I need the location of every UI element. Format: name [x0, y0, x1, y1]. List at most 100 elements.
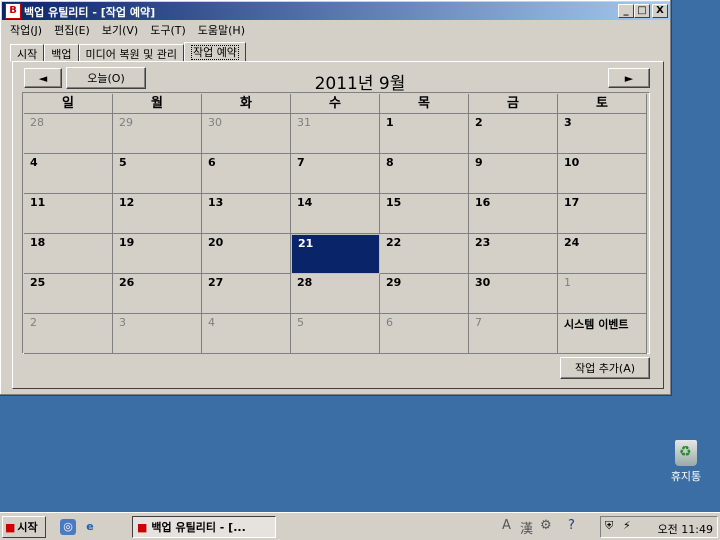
calendar-day-cell[interactable]: 1 [380, 114, 469, 154]
help-icon[interactable]: ? [568, 518, 575, 533]
backup-utility-window: B 백업 유틸리티 - [작업 예약] _ □ X 작업(J) 편집(E) 보기… [0, 0, 672, 396]
calendar-day-cell[interactable]: 29 [113, 114, 202, 154]
menu-view[interactable]: 보기(V) [96, 20, 144, 38]
day-number: 5 [297, 316, 304, 329]
calendar-cell-system-event[interactable]: 시스템 이벤트 [558, 314, 647, 354]
calendar-day-cell[interactable]: 6 [202, 154, 291, 194]
ime-mode-icon[interactable]: A [502, 518, 511, 533]
start-button[interactable]: ■ 시작 [2, 516, 46, 538]
calendar-day-cell[interactable]: 11 [24, 194, 113, 234]
calendar-day-cell[interactable]: 29 [380, 274, 469, 314]
calendar-day-cell[interactable]: 27 [202, 274, 291, 314]
day-number: 31 [297, 116, 311, 129]
next-month-button[interactable]: ► [608, 68, 650, 88]
day-number: 30 [475, 276, 491, 289]
calendar-day-cell[interactable]: 30 [469, 274, 558, 314]
tab-backup[interactable]: 백업 [44, 44, 79, 62]
calendar-day-cell[interactable]: 26 [113, 274, 202, 314]
calendar-day-cell[interactable]: 7 [469, 314, 558, 354]
calendar-day-cell[interactable]: 21 [291, 234, 380, 274]
maximize-button[interactable]: □ [634, 4, 650, 18]
title-bar[interactable]: B 백업 유틸리티 - [작업 예약] _ □ X [2, 2, 670, 20]
add-job-button[interactable]: 작업 추가(A) [560, 357, 650, 379]
calendar-day-cell[interactable]: 17 [558, 194, 647, 234]
calendar-day-cell[interactable]: 9 [469, 154, 558, 194]
calendar-day-cell[interactable]: 5 [291, 314, 380, 354]
calendar-day-cell[interactable]: 28 [291, 274, 380, 314]
calendar-day-cell[interactable]: 22 [380, 234, 469, 274]
menu-bar: 작업(J) 편집(E) 보기(V) 도구(T) 도움말(H) [4, 20, 251, 38]
day-number: 25 [30, 276, 46, 289]
day-number: 2 [30, 316, 37, 329]
task-label: 백업 유틸리티 - [... [151, 521, 246, 534]
calendar-day-cell[interactable]: 16 [469, 194, 558, 234]
calendar-day-cell[interactable]: 4 [24, 154, 113, 194]
security-shield-icon[interactable]: ⛨ [605, 519, 613, 533]
calendar-day-cell[interactable]: 3 [113, 314, 202, 354]
show-desktop-icon[interactable]: ◎ [60, 519, 76, 535]
day-number: 29 [386, 276, 402, 289]
recycle-bin[interactable]: 휴지통 [664, 440, 708, 484]
weekday-thu: 목 [380, 94, 469, 114]
calendar-day-cell[interactable]: 7 [291, 154, 380, 194]
minimize-button[interactable]: _ [618, 4, 634, 18]
calendar-day-cell[interactable]: 6 [380, 314, 469, 354]
calendar-grid: 일 월 화 수 목 금 토 28 29 30 31 1 2 3 4 5 6 7 8 9 10 11 12 13 1… [22, 92, 650, 354]
calendar-day-cell[interactable]: 20 [202, 234, 291, 274]
tab-restore[interactable]: 미디어 복원 및 관리 [78, 44, 184, 62]
day-number: 1 [386, 116, 394, 129]
calendar-day-cell[interactable]: 4 [202, 314, 291, 354]
day-number: 14 [297, 196, 313, 209]
weekday-sat: 토 [558, 94, 647, 114]
recycle-bin-label: 휴지통 [670, 470, 702, 483]
calendar-day-cell[interactable]: 28 [24, 114, 113, 154]
calendar-day-cell[interactable]: 18 [24, 234, 113, 274]
window-title: 백업 유틸리티 - [작업 예약] [24, 6, 156, 19]
calendar-day-cell[interactable]: 1 [558, 274, 647, 314]
weekday-wed: 수 [291, 94, 380, 114]
taskbar: ■ 시작 ◎ e ■ 백업 유틸리티 - [... A 漢 ⚙ ? ⛨ ⚡ 오전… [0, 512, 720, 540]
day-number: 30 [208, 116, 222, 129]
day-number: 29 [119, 116, 133, 129]
calendar-day-cell[interactable]: 31 [291, 114, 380, 154]
ime-settings-icon[interactable]: ⚙ [540, 518, 552, 533]
internet-explorer-icon[interactable]: e [82, 519, 98, 535]
calendar-day-cell[interactable]: 2 [24, 314, 113, 354]
tab-schedule-label: 작업 예약 [190, 45, 239, 60]
calendar-day-cell[interactable]: 30 [202, 114, 291, 154]
calendar-day-cell[interactable]: 25 [24, 274, 113, 314]
menu-tools[interactable]: 도구(T) [144, 20, 192, 38]
calendar-day-cell[interactable]: 12 [113, 194, 202, 234]
calendar-day-cell[interactable]: 8 [380, 154, 469, 194]
menu-help[interactable]: 도움말(H) [192, 20, 251, 38]
calendar-day-cell[interactable]: 15 [380, 194, 469, 234]
day-number: 8 [386, 156, 394, 169]
day-number: 7 [297, 156, 305, 169]
calendar-day-cell[interactable]: 19 [113, 234, 202, 274]
day-number: 28 [30, 116, 44, 129]
clock[interactable]: 오전 11:49 [658, 521, 713, 537]
menu-edit[interactable]: 편집(E) [48, 20, 96, 38]
calendar-day-cell[interactable]: 5 [113, 154, 202, 194]
day-number: 26 [119, 276, 135, 289]
taskbar-backup-button[interactable]: ■ 백업 유틸리티 - [... [132, 516, 276, 538]
tab-schedule[interactable]: 작업 예약 [183, 42, 246, 62]
day-number: 3 [564, 116, 572, 129]
calendar-day-cell[interactable]: 23 [469, 234, 558, 274]
calendar-day-cell[interactable]: 13 [202, 194, 291, 234]
ime-hanja-icon[interactable]: 漢 [520, 518, 533, 537]
day-number: 16 [475, 196, 491, 209]
calendar-day-cell[interactable]: 10 [558, 154, 647, 194]
close-button[interactable]: X [652, 4, 668, 18]
network-icon[interactable]: ⚡ [623, 519, 631, 532]
calendar-day-cell[interactable]: 24 [558, 234, 647, 274]
calendar-day-cell[interactable]: 2 [469, 114, 558, 154]
calendar-day-cell[interactable]: 3 [558, 114, 647, 154]
calendar-day-cell[interactable]: 14 [291, 194, 380, 234]
day-number: 19 [119, 236, 135, 249]
day-number: 6 [386, 316, 393, 329]
backup-app-icon: B [5, 3, 21, 19]
tab-start[interactable]: 시작 [10, 44, 45, 62]
menu-job[interactable]: 작업(J) [4, 20, 48, 38]
day-number: 5 [119, 156, 127, 169]
